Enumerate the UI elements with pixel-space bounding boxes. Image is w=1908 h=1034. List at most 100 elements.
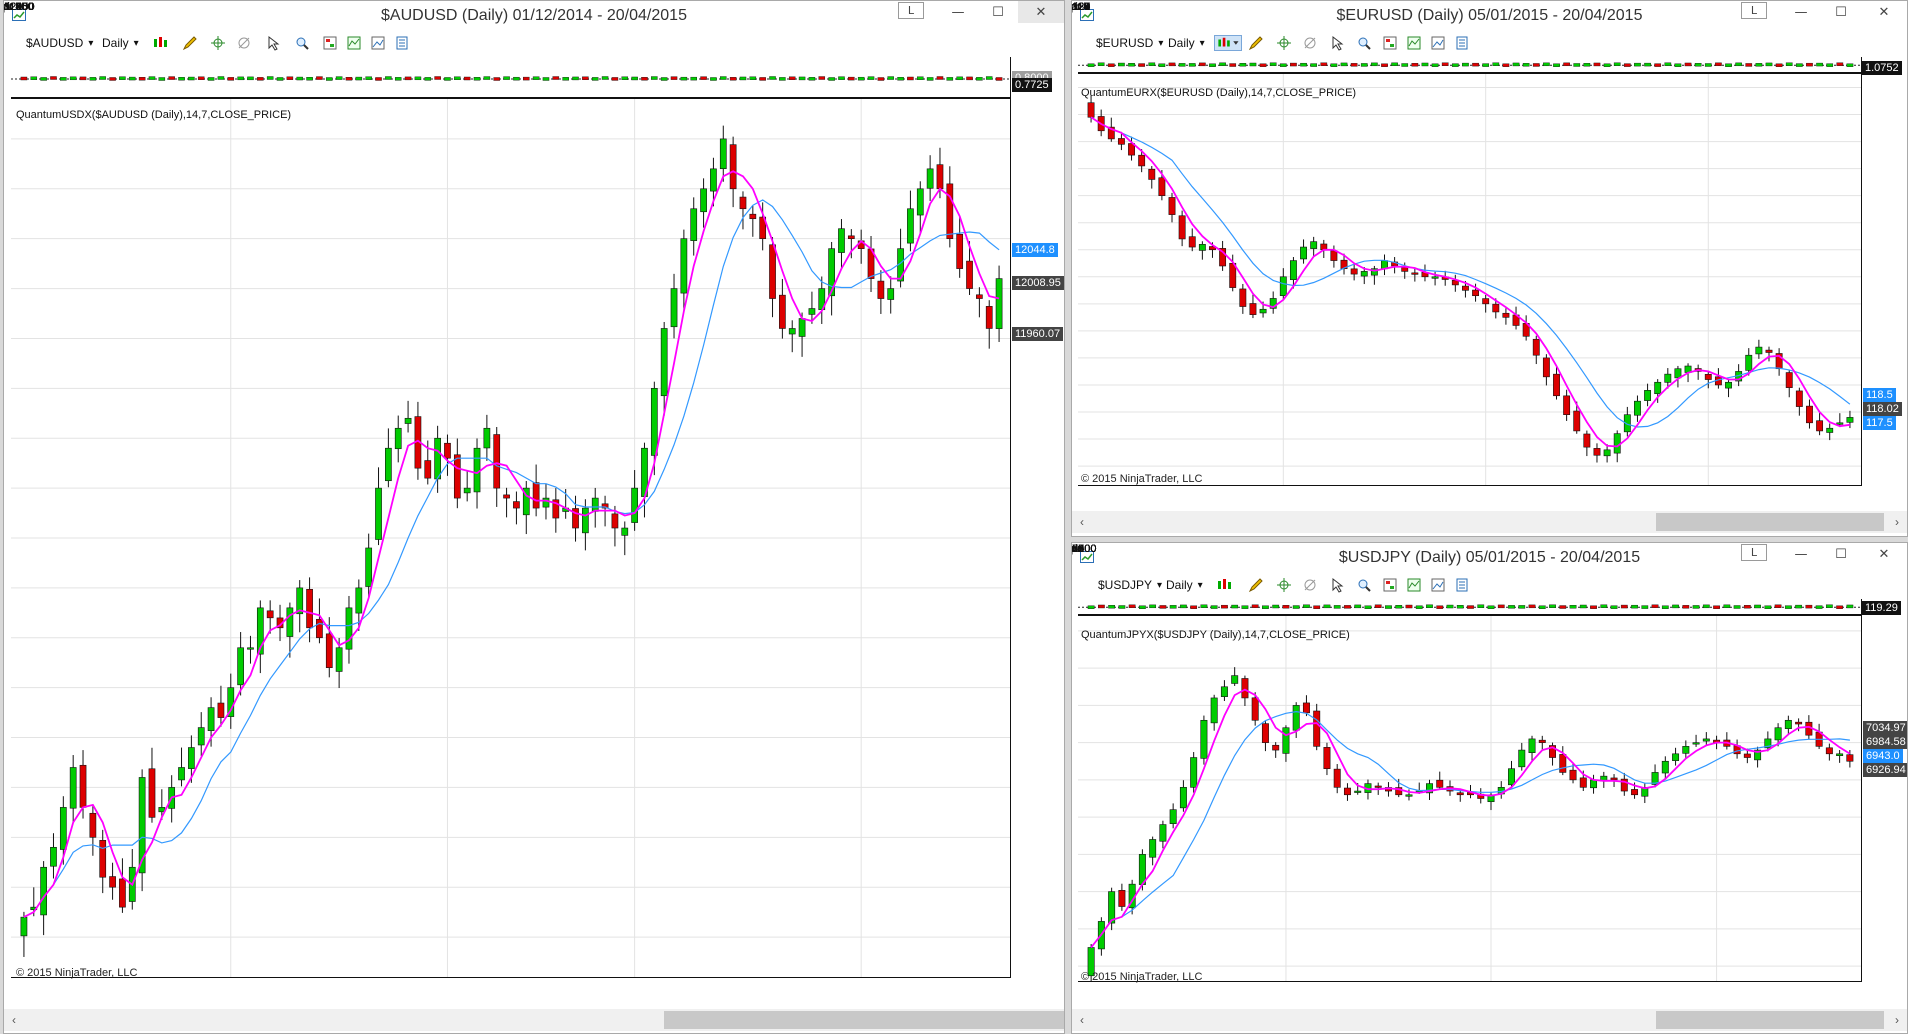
chevron-right-icon[interactable]: › xyxy=(1887,511,1907,533)
strategies-icon[interactable] xyxy=(1382,35,1398,51)
mini-candle xyxy=(1672,604,1679,609)
indicator-panel-usdjpy[interactable] xyxy=(1078,616,1861,981)
pencil-drawing-icon[interactable] xyxy=(1248,35,1264,51)
candle-up xyxy=(818,276,826,324)
crosshair-icon[interactable] xyxy=(210,35,226,51)
zoom-icon[interactable] xyxy=(294,35,310,51)
chart-toolbar: $USDJPY ▾ Daily ▾ xyxy=(1072,573,1907,597)
close-button[interactable]: ✕ xyxy=(1861,543,1907,565)
properties-icon[interactable] xyxy=(1454,577,1470,593)
indicators-icon[interactable] xyxy=(1406,35,1422,51)
horizontal-scrollbar[interactable]: ‹ xyxy=(4,1009,1064,1031)
titlebar-usdjpy[interactable]: $USDJPY (Daily) 05/01/2015 - 20/04/2015 … xyxy=(1072,543,1907,573)
zoom-icon[interactable] xyxy=(1356,35,1372,51)
candle-up xyxy=(907,190,914,252)
candle-body xyxy=(493,434,501,489)
close-button[interactable]: ✕ xyxy=(1861,1,1907,23)
chevron-right-icon[interactable]: › xyxy=(1887,1009,1907,1031)
layout-button[interactable]: L xyxy=(1741,544,1767,561)
maximize-button[interactable]: ☐ xyxy=(1821,543,1861,565)
window-audusd[interactable]: $AUDUSD (Daily) 01/12/2014 - 20/04/2015 … xyxy=(3,0,1065,1034)
crosshair-icon[interactable] xyxy=(1276,35,1292,51)
period-selector[interactable]: Daily ▾ xyxy=(102,34,139,52)
strategies-icon[interactable] xyxy=(322,35,338,51)
mini-candle xyxy=(621,76,629,80)
zoom-icon[interactable] xyxy=(1356,577,1372,593)
chevron-left-icon[interactable]: ‹ xyxy=(4,1009,24,1031)
price-panel-audusd[interactable] xyxy=(11,57,1010,97)
minimize-button[interactable]: — xyxy=(1781,543,1821,565)
global-crosshair-icon[interactable] xyxy=(1302,577,1318,593)
close-button[interactable]: ✕ xyxy=(1018,1,1064,23)
instrument-selector[interactable]: $EURUSD ▾ xyxy=(1096,34,1163,52)
mini-candle xyxy=(69,76,77,81)
candle-body xyxy=(1188,236,1196,248)
minimize-button[interactable]: — xyxy=(938,1,978,23)
scrollbar-thumb[interactable] xyxy=(664,1011,1064,1029)
bar-type-icon[interactable] xyxy=(1216,577,1232,593)
period-selector[interactable]: Daily ▾ xyxy=(1166,576,1203,594)
maximize-button[interactable]: ☐ xyxy=(1821,1,1861,23)
bar-type-icon[interactable] xyxy=(1214,35,1242,51)
candle-body xyxy=(1313,710,1321,747)
indicator-panel-eurusd[interactable] xyxy=(1078,74,1861,485)
mini-candle xyxy=(838,76,845,80)
maximize-button[interactable]: ☐ xyxy=(978,1,1018,23)
price-panel-eurusd[interactable] xyxy=(1078,57,1861,72)
mini-candle xyxy=(651,76,658,80)
mini-candle xyxy=(572,76,579,81)
mini-candle xyxy=(1462,62,1469,67)
pointer-icon[interactable] xyxy=(1330,577,1346,593)
strategies-icon[interactable] xyxy=(1382,577,1398,593)
horizontal-scrollbar[interactable]: ‹ › xyxy=(1072,1009,1907,1031)
price-panel-usdjpy[interactable] xyxy=(1078,599,1861,614)
mini-candle xyxy=(1682,605,1690,609)
instrument-selector[interactable]: $USDJPY ▾ xyxy=(1098,576,1162,594)
indicator-label: QuantumUSDX($AUDUSD (Daily),14,7,CLOSE_P… xyxy=(16,109,292,121)
pointer-icon[interactable] xyxy=(1330,35,1346,51)
instrument-selector[interactable]: $AUDUSD ▾ xyxy=(26,34,93,52)
scrollbar-thumb[interactable] xyxy=(1656,1011,1884,1029)
bar-type-icon[interactable] xyxy=(152,35,168,51)
chart-style-icon[interactable] xyxy=(1430,35,1446,51)
indicator-panel-audusd[interactable] xyxy=(11,99,1010,977)
pointer-icon[interactable] xyxy=(266,35,282,51)
mini-candle xyxy=(178,77,185,81)
indicators-icon[interactable] xyxy=(346,35,362,51)
mini-candle xyxy=(1497,604,1505,609)
properties-icon[interactable] xyxy=(394,35,410,51)
titlebar-audusd[interactable]: $AUDUSD (Daily) 01/12/2014 - 20/04/2015 … xyxy=(4,1,1064,31)
global-crosshair-icon[interactable] xyxy=(1302,35,1318,51)
scrollbar-thumb[interactable] xyxy=(1656,513,1884,531)
pencil-drawing-icon[interactable] xyxy=(1248,577,1264,593)
candle-up xyxy=(385,428,392,488)
chart-style-icon[interactable] xyxy=(370,35,386,51)
mini-candle xyxy=(1178,63,1186,67)
candle-body xyxy=(542,497,550,508)
indicators-icon[interactable] xyxy=(1406,577,1422,593)
chevron-left-icon[interactable]: ‹ xyxy=(1072,511,1092,533)
pencil-drawing-icon[interactable] xyxy=(182,35,198,51)
candle-body xyxy=(1292,705,1300,731)
crosshair-icon[interactable] xyxy=(1276,577,1292,593)
mini-candle xyxy=(1158,63,1166,67)
candle-body xyxy=(1310,241,1318,249)
horizontal-scrollbar[interactable]: ‹ › xyxy=(1072,511,1907,533)
layout-button[interactable]: L xyxy=(1741,2,1767,19)
global-crosshair-icon[interactable] xyxy=(236,35,252,51)
mini-candle xyxy=(1846,63,1854,67)
window-eurusd[interactable]: $EURUSD (Daily) 05/01/2015 - 20/04/2015 … xyxy=(1071,0,1908,537)
chevron-left-icon[interactable]: ‹ xyxy=(1072,1009,1092,1031)
chart-style-icon[interactable] xyxy=(1430,577,1446,593)
properties-icon[interactable] xyxy=(1454,35,1470,51)
minimize-button[interactable]: — xyxy=(1781,1,1821,23)
candle-body xyxy=(89,812,97,838)
candle-up xyxy=(670,273,678,339)
chevron-down-icon: ▾ xyxy=(88,37,94,49)
period-selector[interactable]: Daily ▾ xyxy=(1168,34,1205,52)
candle-body xyxy=(1149,839,1157,858)
titlebar-eurusd[interactable]: $EURUSD (Daily) 05/01/2015 - 20/04/2015 … xyxy=(1072,1,1907,31)
mini-candle xyxy=(1518,605,1526,609)
layout-button[interactable]: L xyxy=(898,2,924,19)
window-usdjpy[interactable]: $USDJPY (Daily) 05/01/2015 - 20/04/2015 … xyxy=(1071,542,1908,1034)
